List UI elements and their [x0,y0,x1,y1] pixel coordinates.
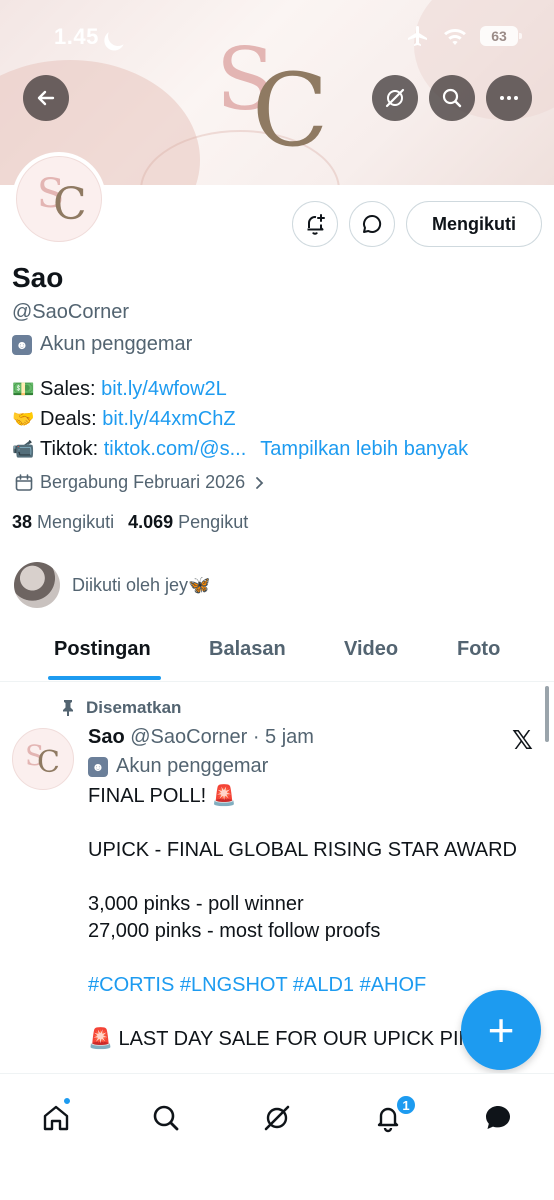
tab-photos[interactable]: Foto [457,638,500,661]
airplane-icon [408,26,427,46]
home-unread-dot [62,1096,72,1106]
post-line-blank [88,945,528,972]
battery-indicator: 63 [480,26,522,46]
post-author-name[interactable]: Sao [88,726,125,748]
back-button[interactable] [23,75,69,121]
profile-avatar[interactable]: S C [12,152,106,246]
pinned-label: Disematkan [60,698,181,718]
bottom-navigation: 1 [0,1073,554,1200]
profile-bio: 💵 Sales: bit.ly/4wfow2L 🤝 Deals: bit.ly/… [12,374,542,464]
post-fan-text: Akun penggemar [116,755,269,777]
following-button[interactable]: Mengikuti [406,201,542,247]
followed-by[interactable]: Diikuti oleh jey🦋 [14,562,210,608]
scrollbar[interactable] [545,686,549,742]
post-line: 3,000 pinks - poll winner [88,893,304,915]
post-text: FINAL POLL! 🚨 UPICK - FINAL GLOBAL RISIN… [88,783,528,1053]
bio-line-tiktok: 📹 Tiktok: tiktok.com/@s... Tampilkan leb… [12,434,542,464]
following-stat[interactable]: 38 Mengikuti [12,512,114,533]
messages-icon [486,1106,510,1129]
joined-text: Bergabung Februari 2026 [40,472,246,492]
grok-icon [264,1105,290,1131]
post-header: Sao @SaoCorner · 5 jam [88,726,314,749]
bio-label: Tiktok: [40,438,99,460]
bio-line-sales: 💵 Sales: bit.ly/4wfow2L [12,374,542,404]
avatar-letter-c: C [37,745,60,780]
nav-search[interactable] [146,1098,186,1138]
followers-stat[interactable]: 4.069 Pengikut [128,512,248,533]
camera-emoji-icon: 📹 [12,439,35,459]
more-options-button[interactable] [486,75,532,121]
search-icon [442,88,462,108]
search-icon [153,1105,179,1131]
avatar-letter-c: C [53,179,87,230]
grok-icon [385,88,405,108]
profile-handle: @SaoCorner [12,301,130,323]
post-line-blank [88,864,528,891]
follower-avatar [14,562,60,608]
post-line: FINAL POLL! 🚨 [88,785,237,807]
chat-bubble-icon [363,214,382,233]
profile-tabs: Postingan Balasan Video Foto [0,624,554,682]
moon-icon [105,23,131,49]
theater-mask-icon: ☻ [12,334,32,355]
home-icon [43,1105,69,1131]
tab-posts[interactable]: Postingan [54,638,151,661]
grok-button[interactable] [372,75,418,121]
pin-icon [63,700,73,716]
post-author-meta: @SaoCorner · 5 jam [124,726,314,748]
show-more-link[interactable]: Tampilkan lebih banyak [260,434,468,464]
followed-by-text: Diikuti oleh jey🦋 [72,574,211,595]
more-dots-icon [500,96,518,100]
status-bar: 1.45 63 [0,0,554,74]
tab-video[interactable]: Video [344,638,398,661]
profile-name: Sao [12,262,64,293]
money-emoji-icon: 💵 [12,379,35,399]
fan-account-text: Akun penggemar [40,333,193,355]
nav-messages[interactable] [478,1098,518,1138]
active-tab-indicator [48,676,161,680]
post-fan-label: ☻ Akun penggemar [88,755,268,778]
joined-date[interactable]: Bergabung Februari 2026 [14,472,267,493]
notification-count-badge: 1 [395,1094,417,1116]
bell-plus-icon [307,214,325,235]
message-button[interactable] [349,201,395,247]
back-arrow-icon [37,90,55,106]
bio-link-tiktok[interactable]: tiktok.com/@s... [104,434,247,464]
pinned-text: Disematkan [86,698,182,717]
bio-label: Sales: [40,378,96,400]
search-button[interactable] [429,75,475,121]
status-icons: 63 [406,24,522,48]
post-hashtags[interactable]: #CORTIS #LNGSHOT #ALD1 #AHOF [88,972,528,999]
chevron-right-icon [256,476,264,489]
post-line: UPICK - FINAL GLOBAL RISING STAR AWARD [88,839,517,861]
tab-replies[interactable]: Balasan [209,638,286,661]
status-time: 1.45 [54,24,99,49]
compose-post-button[interactable]: + [461,990,541,1070]
theater-mask-icon: ☻ [88,756,108,777]
post-author-avatar[interactable]: S C [12,728,74,790]
bio-link-sales[interactable]: bit.ly/4wfow2L [101,374,227,404]
x-logo-icon: 𝕏 [512,726,533,756]
bio-line-deals: 🤝 Deals: bit.ly/44xmChZ [12,404,542,434]
calendar-icon [15,473,33,491]
handshake-emoji-icon: 🤝 [12,409,35,429]
notify-button[interactable] [292,201,338,247]
bio-link-deals[interactable]: bit.ly/44xmChZ [102,404,235,434]
post-line-blank [88,810,528,837]
fan-account-label: ☻ Akun penggemar [12,333,192,356]
post-line: 27,000 pinks - most follow proofs [88,920,381,942]
bio-label: Deals: [40,408,97,430]
nav-grok[interactable] [257,1098,297,1138]
wifi-icon [444,29,466,45]
follow-stats: 38 Mengikuti 4.069 Pengikut [12,512,248,533]
